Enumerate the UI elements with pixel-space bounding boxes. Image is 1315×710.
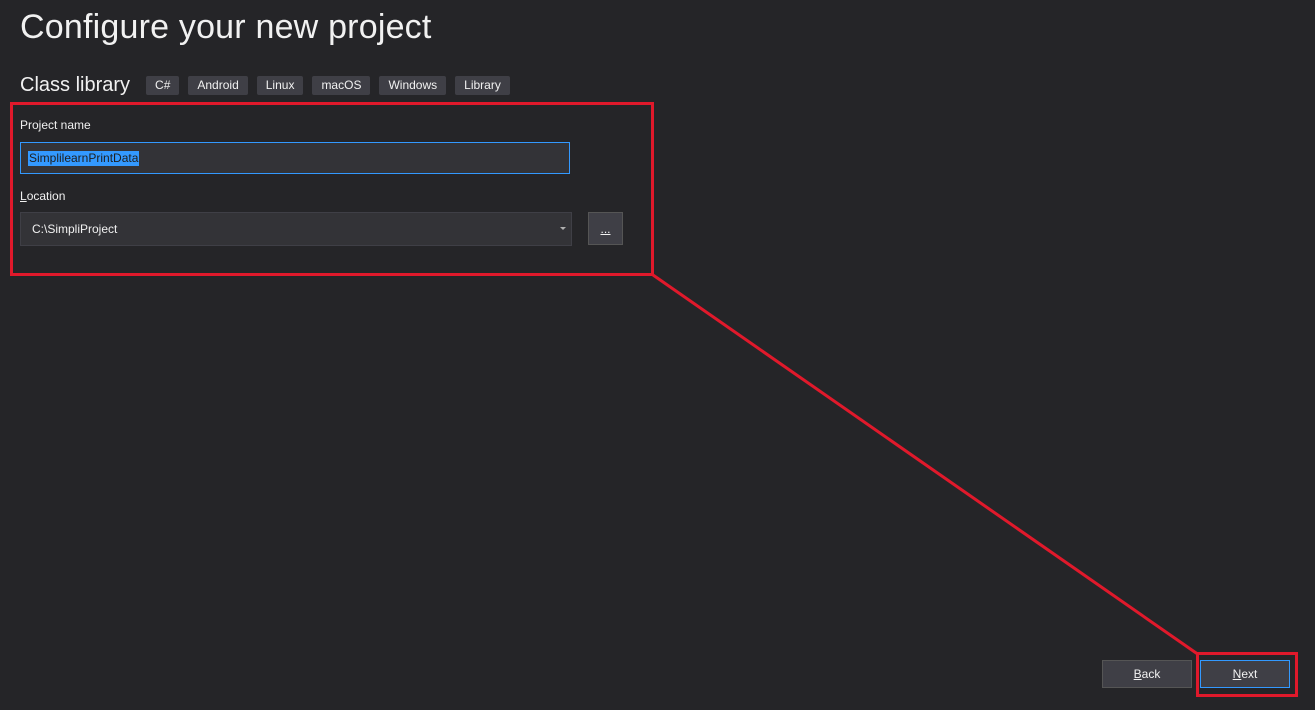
tag-library: Library xyxy=(455,75,510,95)
back-label: ack xyxy=(1141,667,1161,681)
template-info: Class library C# Android Linux macOS Win… xyxy=(20,74,519,96)
next-label: ext xyxy=(1241,667,1258,681)
next-button[interactable]: Next xyxy=(1200,660,1290,688)
tag-android: Android xyxy=(188,75,248,95)
template-name: Class library xyxy=(20,73,131,96)
configure-project-page: Configure your new project Class library… xyxy=(0,0,1315,710)
tag-csharp: C# xyxy=(146,75,180,95)
tag-linux: Linux xyxy=(256,75,304,95)
tag-macos: macOS xyxy=(312,75,371,95)
back-button[interactable]: Back xyxy=(1102,660,1192,688)
annotation-box-form xyxy=(10,102,654,276)
page-title: Configure your new project xyxy=(20,8,432,46)
tag-windows: Windows xyxy=(379,75,447,95)
next-access-key: N xyxy=(1232,667,1242,681)
back-access-key: B xyxy=(1133,667,1142,681)
